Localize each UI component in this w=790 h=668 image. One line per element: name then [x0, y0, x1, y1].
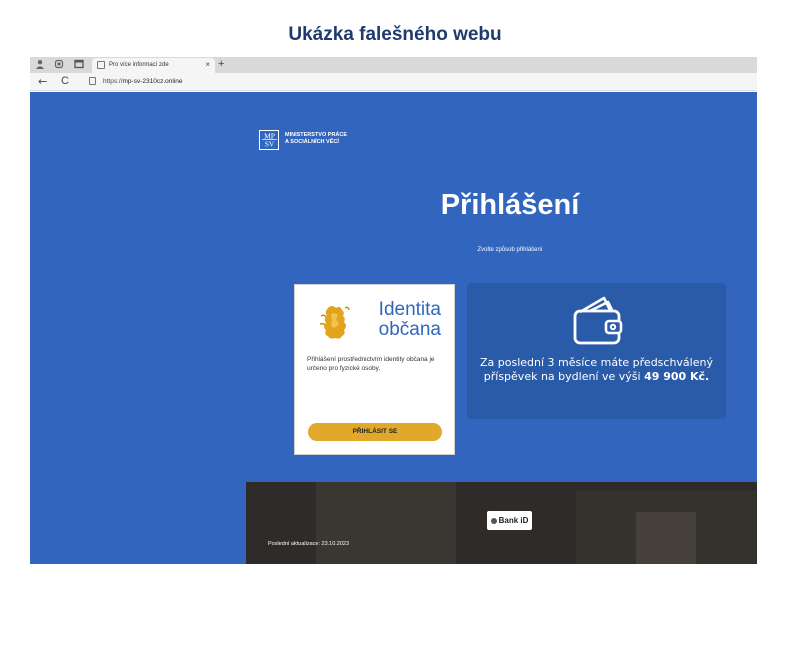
logo-mark-graphic: MP SV — [261, 132, 277, 149]
ministry-name: MINISTERSTVO PRÁCE A SOCIÁLNÍCH VĚCÍ — [285, 132, 348, 145]
tab-bar: Pro více informací zde × + — [30, 57, 757, 73]
user-icon[interactable] — [34, 59, 46, 71]
browser-window: Pro více informací zde × + ← C https://m… — [30, 57, 757, 564]
bankid-button[interactable]: Bank iD — [487, 511, 532, 530]
page-subtitle: Zvolte způsob přihlášení — [477, 247, 543, 253]
offer-text: Za poslední 3 měsíce máte předschválený … — [477, 356, 716, 384]
back-button[interactable]: ← — [38, 75, 47, 88]
offer-amount: 49 900 Kč — [644, 370, 706, 383]
ministry-logo: MP SV — [259, 130, 279, 150]
page-icon — [97, 61, 105, 69]
reload-button[interactable]: C — [61, 75, 69, 88]
url-host: mp-sv-2310cz.online — [122, 78, 183, 85]
bankid-label: Bank iD — [498, 516, 529, 525]
lock-icon[interactable] — [89, 77, 96, 85]
bankid-logo-icon — [490, 517, 497, 524]
svg-text:SV: SV — [264, 140, 274, 149]
wallet-icon — [573, 296, 623, 345]
identity-login-card[interactable]: Identita občana Přihlášení prostřednictv… — [294, 284, 455, 455]
extensions-icon[interactable] — [53, 59, 65, 71]
address-bar: ← C https://mp-sv-2310cz.online — [30, 73, 757, 91]
offer-period: . — [705, 370, 710, 383]
last-updated: Poslední aktualizace: 23.10.2023 — [268, 541, 350, 547]
page-title: Přihlášení — [440, 189, 580, 221]
tab-title: Pro více informací zde — [109, 62, 169, 68]
footer-background-image — [316, 482, 456, 564]
image-caption: Ukázka falešného webu — [288, 24, 502, 45]
identity-title: Identita občana — [378, 299, 441, 340]
tabs-icon[interactable] — [73, 59, 85, 71]
footer: Bank iD Poslední aktualizace: 23.10.2023 — [246, 482, 757, 564]
login-button[interactable]: PŘIHLÁSIT SE — [308, 423, 442, 441]
offer-card[interactable]: Za poslední 3 měsíce máte předschválený … — [467, 283, 726, 419]
close-icon[interactable]: × — [205, 59, 210, 71]
identity-description: Přihlášení prostřednictvím identity obča… — [307, 356, 435, 372]
phishing-page: MP SV MINISTERSTVO PRÁCE A SOCIÁLNÍCH VĚ… — [30, 92, 757, 564]
footer-background-image — [636, 512, 696, 564]
browser-tab[interactable]: Pro více informací zde × — [92, 58, 215, 73]
url-field[interactable]: https://mp-sv-2310cz.online — [103, 77, 183, 87]
new-tab-button[interactable]: + — [218, 58, 224, 71]
url-scheme: https:// — [103, 78, 123, 85]
lion-emblem-icon — [319, 306, 350, 339]
